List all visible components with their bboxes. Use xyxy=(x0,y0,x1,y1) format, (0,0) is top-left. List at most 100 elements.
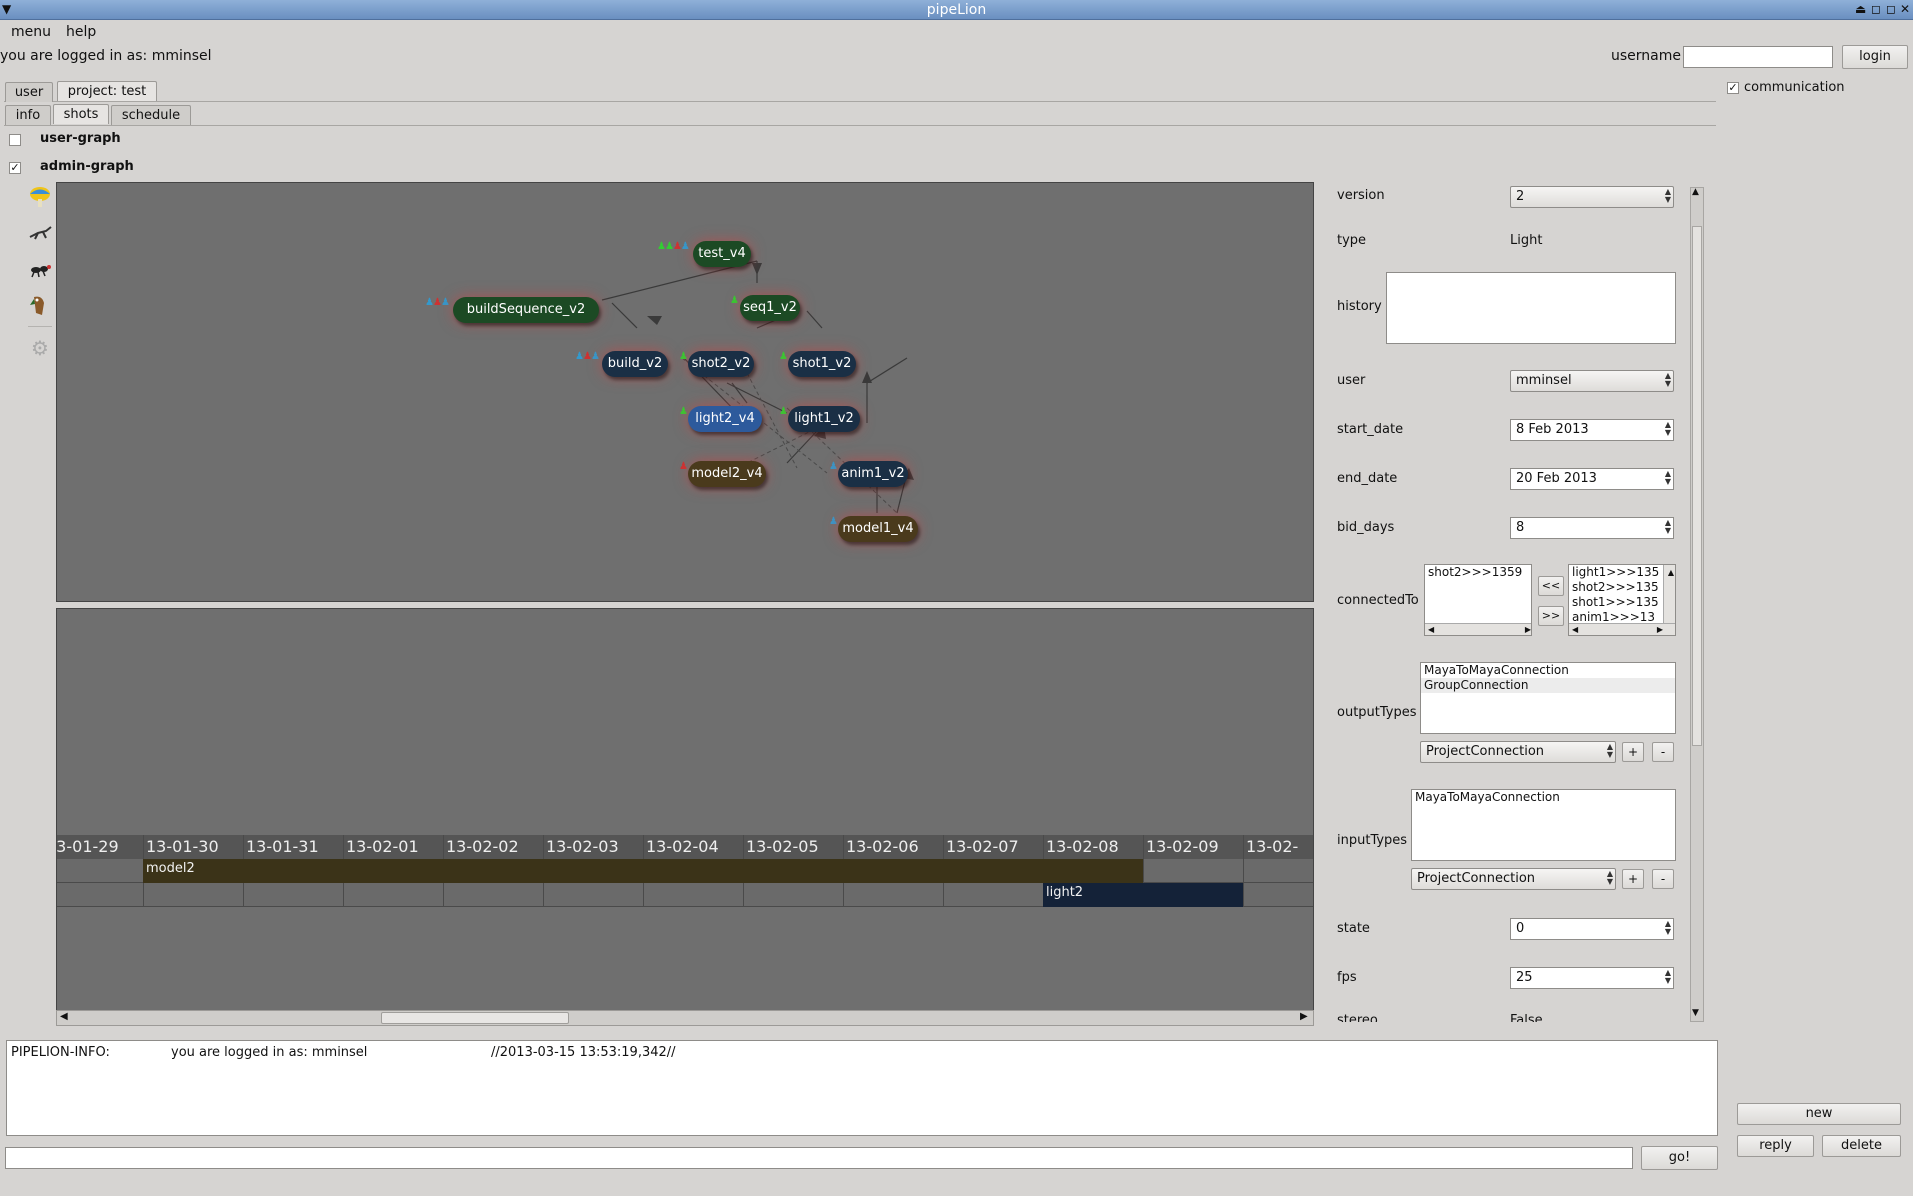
hawk-icon[interactable] xyxy=(28,293,52,317)
node-model1-v4[interactable]: model1_v4 xyxy=(838,516,918,542)
scroll-up-icon[interactable]: ▲ xyxy=(1692,187,1699,197)
reply-button[interactable]: reply xyxy=(1737,1135,1814,1157)
shade-icon[interactable]: ◻ xyxy=(1871,2,1881,16)
node-test-v4[interactable]: test_v4 xyxy=(693,241,751,267)
new-button[interactable]: new xyxy=(1737,1103,1901,1125)
user-graph-label: user-graph xyxy=(40,131,121,146)
list-item[interactable]: MayaToMayaConnection xyxy=(1421,663,1675,678)
timeline-date-label: 13-02-01 xyxy=(346,837,419,856)
add-output-button[interactable]: + xyxy=(1622,742,1644,762)
node-seq1-v2[interactable]: seq1_v2 xyxy=(740,295,800,321)
node-model2-v4[interactable]: model2_v4 xyxy=(688,461,766,487)
node-graph[interactable]: ♟♟♟♟ test_v4 ♟♟♟ buildSequence_v2 ♟ seq1… xyxy=(56,182,1314,602)
node-light2-v4[interactable]: light2_v4 xyxy=(688,406,762,432)
input-type-select[interactable]: ProjectConnection ▲ ▼ xyxy=(1411,868,1616,890)
start-date-value: 8 Feb 2013 xyxy=(1516,422,1589,437)
spin-arrows-icon[interactable]: ▲ ▼ xyxy=(1665,920,1671,936)
output-type-select[interactable]: ProjectConnection ▲ ▼ xyxy=(1420,741,1616,763)
menu-menu[interactable]: menu xyxy=(11,24,51,40)
end-date-spinbox[interactable]: 20 Feb 2013 ▲ ▼ xyxy=(1510,468,1674,490)
node-shot2-v2[interactable]: shot2_v2 xyxy=(688,351,754,377)
schedule-timeline[interactable]: 13-01-29 13-01-30 13-01-31 13-02-01 13-02-02… xyxy=(56,608,1314,1026)
history-label: history xyxy=(1337,299,1382,314)
history-field[interactable] xyxy=(1386,272,1676,344)
spin-arrows-icon[interactable]: ▲ ▼ xyxy=(1665,470,1671,486)
list-hscroll[interactable]: ◀ ▶ xyxy=(1425,623,1531,635)
lizard-icon[interactable] xyxy=(28,221,52,245)
remove-input-button[interactable]: - xyxy=(1652,869,1674,889)
ant-icon[interactable] xyxy=(28,257,52,281)
list-vscroll[interactable]: ▲ xyxy=(1663,565,1675,623)
node-status-dots: ♟ xyxy=(779,406,788,417)
tab-project-test[interactable]: project: test xyxy=(57,81,157,101)
scroll-left-icon[interactable]: ◀ xyxy=(60,1011,68,1022)
spin-arrows-icon[interactable]: ▲ ▼ xyxy=(1665,421,1671,437)
edge xyxy=(611,302,638,329)
bid-days-spinbox[interactable]: 8 ▲ ▼ xyxy=(1510,517,1674,539)
mushroom-icon[interactable] xyxy=(28,185,52,209)
login-status: you are logged in as: mminsel xyxy=(0,48,212,64)
end-date-value: 20 Feb 2013 xyxy=(1516,471,1597,486)
list-item[interactable]: GroupConnection xyxy=(1421,678,1675,693)
node-shot1-v2[interactable]: shot1_v2 xyxy=(788,351,856,377)
node-anim1-v2[interactable]: anim1_v2 xyxy=(838,461,908,487)
list-item[interactable]: shot2>>>1359 xyxy=(1425,565,1531,580)
scroll-right-icon[interactable]: ▶ xyxy=(1300,1011,1308,1022)
list-item[interactable]: shot1>>>135 xyxy=(1569,595,1675,610)
command-input[interactable] xyxy=(5,1147,1633,1169)
bid-days-value: 8 xyxy=(1516,520,1525,535)
delete-button[interactable]: delete xyxy=(1822,1135,1901,1157)
spin-arrows-icon[interactable]: ▲ ▼ xyxy=(1665,519,1671,535)
list-item[interactable]: light1>>>135 xyxy=(1569,565,1675,580)
maximize-icon[interactable]: ◻ xyxy=(1886,2,1896,16)
gantt-bar-light2[interactable]: light2 xyxy=(1043,883,1243,907)
node-light1-v2[interactable]: light1_v2 xyxy=(788,406,860,432)
user-select[interactable]: mminsel ▲ ▼ xyxy=(1510,370,1674,392)
menu-help[interactable]: help xyxy=(66,24,96,40)
user-graph-checkbox[interactable] xyxy=(9,134,21,146)
fps-spinbox[interactable]: 25 ▲ ▼ xyxy=(1510,967,1674,989)
start-date-spinbox[interactable]: 8 Feb 2013 ▲ ▼ xyxy=(1510,419,1674,441)
tab-user[interactable]: user xyxy=(5,82,53,102)
spin-arrows-icon[interactable]: ▲ ▼ xyxy=(1665,969,1671,985)
type-label: type xyxy=(1337,233,1367,248)
go-button[interactable]: go! xyxy=(1641,1146,1718,1170)
connected-left-list[interactable]: shot2>>>1359 ◀ ▶ xyxy=(1424,564,1532,636)
move-right-button[interactable]: >> xyxy=(1538,606,1564,626)
close-icon[interactable]: ✕ xyxy=(1900,2,1910,16)
scroll-thumb[interactable] xyxy=(381,1012,569,1024)
state-spinbox[interactable]: 0 ▲ ▼ xyxy=(1510,918,1674,940)
add-input-button[interactable]: + xyxy=(1622,869,1644,889)
inputtypes-list[interactable]: MayaToMayaConnection xyxy=(1411,789,1676,861)
tab-schedule[interactable]: schedule xyxy=(111,105,191,125)
timeline-date-label: 13-02-03 xyxy=(546,837,619,856)
scroll-down-icon[interactable]: ▼ xyxy=(1692,1008,1699,1018)
gear-icon[interactable]: ⚙ xyxy=(28,336,52,360)
fps-label: fps xyxy=(1337,970,1357,985)
move-left-button[interactable]: << xyxy=(1538,576,1564,596)
remove-output-button[interactable]: - xyxy=(1652,742,1674,762)
select-arrows-icon: ▲ ▼ xyxy=(1606,869,1613,886)
eject-icon[interactable]: ⏏ xyxy=(1855,2,1866,16)
login-button[interactable]: login xyxy=(1842,45,1908,69)
list-item[interactable]: shot2>>>135 xyxy=(1569,580,1675,595)
gantt-bar-model2[interactable]: model2 xyxy=(143,859,1143,883)
version-select[interactable]: 2 ▲ ▼ xyxy=(1510,186,1674,208)
communication-label: communication xyxy=(1744,80,1845,95)
arrow-head xyxy=(647,316,662,325)
scroll-thumb[interactable] xyxy=(1692,226,1702,746)
admin-graph-checkbox[interactable]: ✓ xyxy=(9,162,21,174)
tab-info[interactable]: info xyxy=(5,105,51,125)
communication-checkbox[interactable]: ✓ xyxy=(1727,82,1739,94)
connected-right-list[interactable]: light1>>>135 shot2>>>135 shot1>>>135 ani… xyxy=(1568,564,1676,636)
node-buildsequence-v2[interactable]: buildSequence_v2 xyxy=(453,297,599,323)
timeline-horizontal-scrollbar[interactable]: ◀ ▶ xyxy=(56,1010,1314,1026)
tab-shots[interactable]: shots xyxy=(53,104,109,124)
node-build-v2[interactable]: build_v2 xyxy=(602,351,668,377)
properties-scrollbar[interactable]: ▲ ▼ xyxy=(1690,187,1704,1022)
outputtypes-list[interactable]: MayaToMayaConnection GroupConnection xyxy=(1420,662,1676,734)
username-input[interactable] xyxy=(1683,46,1833,68)
timeline-date-label: 13-02-05 xyxy=(746,837,819,856)
list-item[interactable]: MayaToMayaConnection xyxy=(1412,790,1675,805)
list-hscroll[interactable]: ◀ ▶ xyxy=(1569,623,1675,635)
